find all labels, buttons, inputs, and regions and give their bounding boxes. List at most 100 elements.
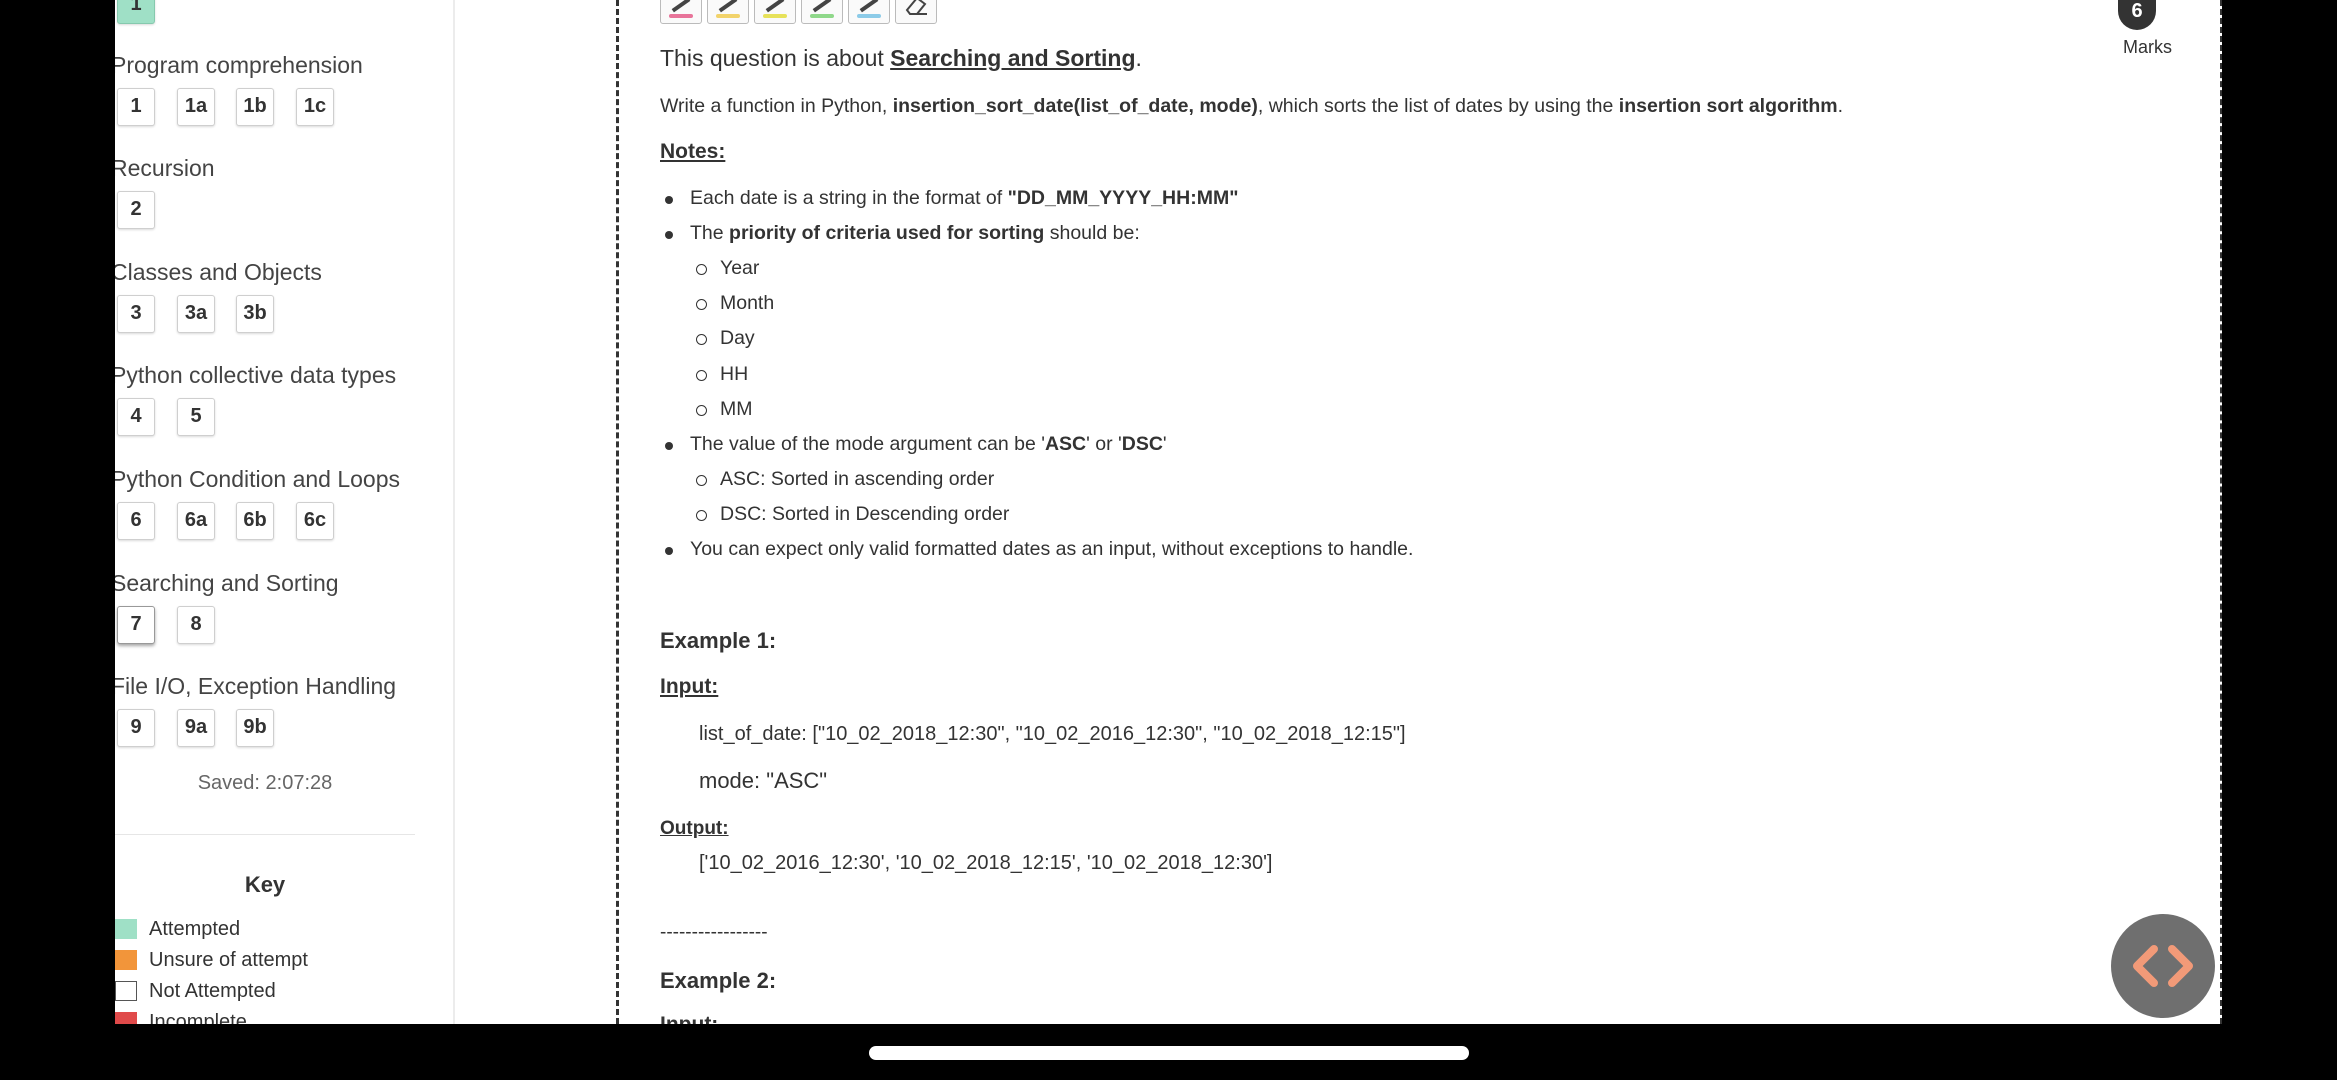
key-item-unsure: Unsure of attempt: [115, 947, 308, 973]
key-item-not-attempted: Not Attempted: [115, 978, 276, 1004]
note1-prefix: Each date is a string in the format of: [690, 187, 1008, 209]
note3-or: ' or ': [1086, 433, 1122, 455]
example1-output: ['10_02_2016_12:30', '10_02_2018_12:15',…: [699, 852, 1273, 874]
question-button-6[interactable]: 6: [117, 502, 155, 540]
question-button-8[interactable]: 8: [177, 606, 215, 644]
exam-screen: 1 Program comprehension 1 1a 1b 1c Recur…: [115, 0, 2222, 1024]
content-left-dashed-border: [616, 0, 619, 1024]
key-item-attempted: Attempted: [115, 916, 240, 942]
example2-heading: Example 2:: [660, 968, 777, 993]
example-separator: -----------------: [660, 922, 768, 943]
question-button-3b[interactable]: 3b: [236, 295, 274, 333]
example1-output-heading: Output:: [660, 818, 729, 839]
example1-heading: Example 1:: [660, 628, 777, 653]
note-mode-values: The value of the mode argument can be 'A…: [665, 433, 1167, 456]
marks-badge: 6: [2118, 0, 2156, 30]
task-function: insertion_sort_date(list_of_date, mode): [892, 95, 1258, 117]
note3-dsc: DSC: [1121, 433, 1163, 455]
notes-heading: Notes:: [660, 140, 726, 163]
question-button-9b[interactable]: 9b: [236, 709, 274, 747]
section-title-python-collective-data-types: Python collective data types: [115, 362, 397, 388]
note2-suffix: should be:: [1044, 222, 1140, 244]
not-attempted-swatch: [115, 981, 137, 1001]
note-priority: The priority of criteria used for sortin…: [665, 222, 1140, 245]
question-button-1-top[interactable]: 1: [117, 0, 155, 24]
question-button-1a[interactable]: 1a: [177, 88, 215, 126]
question-navigator: 1 Program comprehension 1 1a 1b 1c Recur…: [115, 0, 455, 1024]
green-highlighter-icon[interactable]: [801, 0, 843, 24]
sidebar-divider-line: [115, 834, 415, 835]
question-button-9[interactable]: 9: [117, 709, 155, 747]
annotation-toolbar: [660, 0, 937, 24]
question-intro: This question is about Searching and Sor…: [660, 45, 1142, 72]
section-title-searching-sorting: Searching and Sorting: [115, 570, 339, 596]
pink-highlighter-icon[interactable]: [660, 0, 702, 24]
key-label: Not Attempted: [149, 979, 276, 1002]
question-button-1[interactable]: 1: [117, 88, 155, 126]
note3-asc: ASC: [1044, 433, 1087, 455]
section-title-recursion: Recursion: [115, 155, 215, 181]
example1-input-mode: mode: "ASC": [699, 768, 828, 793]
saved-timestamp: Saved: 2:07:28: [197, 772, 333, 794]
orange-highlighter-icon[interactable]: [707, 0, 749, 24]
question-button-2[interactable]: 2: [117, 191, 155, 229]
criteria-item: Month: [695, 292, 775, 314]
note2-bold: priority of criteria used for sorting: [729, 222, 1045, 244]
criteria-item: MM: [696, 398, 753, 420]
example1-input-heading: Input:: [660, 675, 719, 698]
question-button-6c[interactable]: 6c: [296, 502, 334, 540]
criteria-item: Year: [695, 257, 760, 279]
example2-input-heading: Input:: [660, 1013, 718, 1024]
sidebar-border: [453, 0, 455, 1024]
question-button-1b[interactable]: 1b: [236, 88, 274, 126]
question-button-3[interactable]: 3: [117, 295, 155, 333]
key-label: Unsure of attempt: [149, 948, 308, 971]
mode-item-asc: ASC: Sorted in ascending order: [695, 468, 995, 490]
intro-topic: Searching and Sorting: [890, 45, 1136, 71]
example1-input-list: list_of_date: ["10_02_2018_12:30", "10_0…: [699, 723, 1406, 745]
task-suffix: .: [1837, 95, 1844, 117]
question-button-7[interactable]: 7: [117, 606, 155, 644]
yellow-highlighter-icon[interactable]: [754, 0, 796, 24]
task-prefix: Write a function in Python,: [660, 95, 893, 117]
intro-prefix: This question is about: [660, 45, 891, 71]
question-button-6b[interactable]: 6b: [236, 502, 274, 540]
section-title-classes-objects: Classes and Objects: [115, 259, 322, 285]
blue-highlighter-icon[interactable]: [848, 0, 890, 24]
mode-item-dsc: DSC: Sorted in Descending order: [695, 503, 1010, 525]
note3-prefix: The value of the mode argument can be ': [690, 433, 1045, 455]
code-brackets-button[interactable]: [2111, 914, 2215, 1018]
home-indicator[interactable]: [869, 1046, 1469, 1060]
question-task: Write a function in Python, insertion_so…: [660, 95, 1843, 118]
question-button-6a[interactable]: 6a: [177, 502, 215, 540]
unsure-swatch: [115, 950, 137, 970]
note2-prefix: The: [690, 222, 730, 244]
incomplete-swatch: [115, 1012, 137, 1024]
content-right-dashed-border: [2220, 0, 2222, 1024]
note-date-format: Each date is a string in the format of "…: [664, 187, 1239, 210]
criteria-item: HH: [695, 363, 749, 385]
key-title: Key: [244, 872, 286, 897]
eraser-icon[interactable]: [895, 0, 937, 24]
question-button-5[interactable]: 5: [177, 398, 215, 436]
key-label: Incomplete: [149, 1010, 247, 1025]
task-algorithm: insertion sort algorithm: [1618, 95, 1838, 117]
section-title-python-condition-loops: Python Condition and Loops: [115, 466, 400, 492]
note1-format: "DD_MM_YYYY_HH:MM": [1007, 187, 1239, 209]
note-valid-input: You can expect only valid formatted date…: [664, 538, 1414, 560]
attempted-swatch: [115, 919, 137, 939]
question-button-3a[interactable]: 3a: [177, 295, 215, 333]
question-button-9a[interactable]: 9a: [177, 709, 215, 747]
note3-suffix: ': [1162, 433, 1167, 455]
criteria-item: Day: [696, 327, 755, 349]
question-button-4[interactable]: 4: [117, 398, 155, 436]
key-item-incomplete: Incomplete: [115, 1009, 247, 1024]
question-content: 6 Marks This question is about Searching…: [660, 0, 2200, 1024]
section-title-file-io-exception-handling: File I/O, Exception Handling: [115, 673, 397, 699]
key-label: Attempted: [149, 917, 241, 940]
intro-suffix: .: [1135, 45, 1142, 71]
code-brackets-icon: [2133, 945, 2193, 987]
question-button-1c[interactable]: 1c: [296, 88, 334, 126]
marks-label: Marks: [2123, 37, 2172, 57]
section-title-program-comprehension: Program comprehension: [115, 52, 363, 78]
